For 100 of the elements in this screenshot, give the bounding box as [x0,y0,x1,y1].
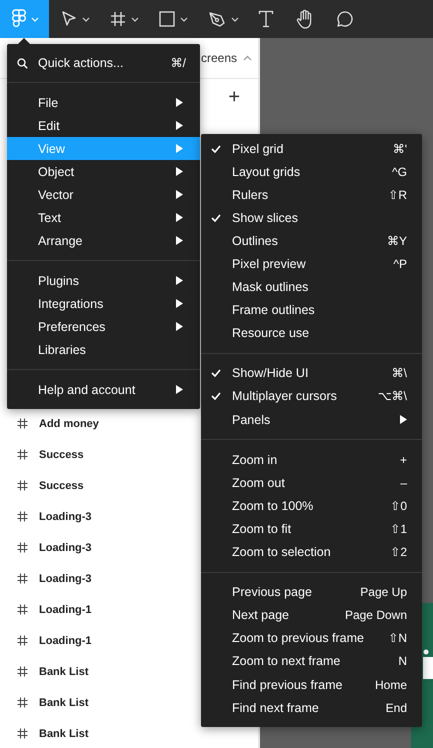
menu-item[interactable]: Next page Page Down [201,604,422,627]
menu-item[interactable]: Edit [7,114,200,137]
chevron-down-icon [31,16,39,22]
layer-item[interactable]: Loading-3 [39,542,92,554]
pen-icon [208,10,226,28]
hand-icon [296,9,314,29]
menu-item[interactable]: Show slices [201,206,422,230]
shortcut-text: ⇧1 [390,522,407,536]
submenu-arrow-icon [176,213,183,222]
chevron-down-icon [131,16,139,22]
frame-icon [17,480,28,491]
menu-item[interactable]: Object [7,160,200,183]
menu-item[interactable]: Zoom to selection ⇧2 [201,540,422,564]
menu-item[interactable]: Zoom out – [201,471,422,494]
shortcut-text: ⇧R [388,188,407,202]
frame-icon [17,635,28,646]
frame-icon [17,542,28,553]
menu-item[interactable]: Resource use [201,322,422,345]
layer-item[interactable]: Success [39,480,84,492]
menu-item[interactable]: Arrange [7,229,200,252]
menu-item[interactable]: Layout grids ^G [201,160,422,184]
menu-item[interactable]: Panels [201,408,422,432]
menu-item[interactable]: Integrations [7,292,200,315]
rectangle-icon [159,11,175,27]
layer-item[interactable]: Loading-1 [39,634,92,646]
logo-icon [12,9,26,29]
checkmark-icon [211,214,221,222]
frame-icon [17,728,28,739]
shortcut-text: + [400,452,407,467]
menu-item[interactable]: Zoom to fit ⇧1 [201,517,422,540]
menu-item[interactable]: Outlines ⌘Y [201,229,422,252]
chevron-down-icon [82,16,90,22]
menu-item[interactable]: Show/Hide UI ⌘\ [201,362,422,385]
submenu-arrow-icon [176,98,183,107]
menu-item[interactable]: Find next frame End [201,696,422,720]
layer-item[interactable]: Bank List [39,696,89,708]
submenu-arrow-icon [176,299,183,308]
menu-item[interactable]: Pixel grid ⌘' [201,137,422,160]
frame-icon [17,666,28,677]
frame-icon [17,511,28,522]
shortcut-text: ⇧2 [390,545,407,560]
menu-item[interactable]: Pixel preview ^P [201,252,422,276]
chevron-down-icon [180,16,188,22]
menu-item[interactable]: Multiplayer cursors ⌥⌘\ [201,384,422,408]
menu-item[interactable]: Preferences [7,315,200,338]
layer-item[interactable]: Loading-3 [39,510,92,522]
menu-item[interactable]: Find previous frame Home [201,672,422,696]
text-tool-icon [258,10,274,28]
layer-item[interactable]: Loading-3 [39,572,92,584]
frame-icon [17,604,28,615]
menu-item[interactable]: Zoom to 100% ⇧0 [201,494,422,518]
shortcut-text: N [398,654,407,668]
layer-item[interactable]: Add money [39,418,99,430]
submenu-arrow-icon [176,190,183,199]
menu-item[interactable]: Zoom to next frame N [201,650,422,673]
menu-item[interactable]: Frame outlines [201,298,422,322]
menu-item[interactable]: Zoom in + [201,448,422,472]
menu-item[interactable]: Libraries [7,338,200,361]
layer-item[interactable]: Loading-1 [39,604,92,616]
menu-item[interactable]: Vector [7,183,200,206]
frame-icon [17,418,28,429]
shortcut-text: End [386,700,407,715]
quick-actions-item[interactable]: Quick actions... ⌘/ [7,44,200,82]
submenu-arrow-icon [176,167,183,176]
shortcut-text: ⌥⌘\ [378,389,407,404]
layer-item[interactable]: Bank List [39,666,89,678]
menu-item[interactable]: Text [7,206,200,229]
menu-item[interactable]: Mask outlines [201,276,422,299]
checkmark-icon [211,144,221,153]
menu-item[interactable]: Previous page Page Up [201,580,422,604]
shortcut-text: Page Down [344,608,407,622]
shortcut-text: ⌘\ [392,366,407,380]
menu-item[interactable]: Help and account [7,378,200,401]
submenu-arrow-icon [176,385,183,394]
shortcut-text: Page Up [360,585,407,600]
frame-icon [17,697,28,708]
layer-item[interactable]: Success [39,448,84,460]
checkmark-icon [211,392,221,400]
menu-item[interactable]: File [7,91,200,114]
frame-icon [17,449,28,460]
layer-item[interactable]: Bank List [39,728,89,740]
shortcut-text: – [400,476,407,490]
add-page-button[interactable]: + [224,87,244,107]
submenu-arrow-icon [176,236,183,245]
menu-item[interactable]: Plugins [7,269,200,292]
frame-icon [110,11,126,27]
shortcut-text: ⌘Y [386,234,407,248]
submenu-arrow-icon [176,322,183,331]
menu-item[interactable]: Rulers ⇧R [201,183,422,206]
chevron-up-icon[interactable] [243,55,252,61]
shortcut-text: ^G [392,164,407,179]
pointer-icon [61,10,77,28]
comment-icon [336,10,354,28]
submenu-arrow-icon [400,415,407,424]
chevron-down-icon [231,16,239,22]
shortcut-text: ⌘/ [170,56,186,70]
menu-item[interactable]: Zoom to previous frame ⇧N [201,626,422,650]
checkmark-icon [211,369,221,378]
menu-item-label: Quick actions... [38,56,124,70]
shortcut-text: ⇧0 [390,498,407,513]
